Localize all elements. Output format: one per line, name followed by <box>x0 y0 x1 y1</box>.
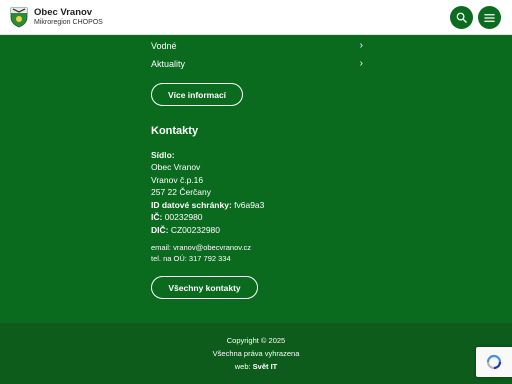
site-footer: Copyright © 2025 Všechna práva vyhrazena… <box>0 323 512 384</box>
contact-city: 257 22 Čerčany <box>151 187 212 197</box>
hamburger-menu-icon <box>484 13 495 22</box>
nav-item-label: Vodné <box>151 41 177 51</box>
search-button[interactable] <box>450 6 473 29</box>
contact-email[interactable]: email: vranov@obecvranov.cz <box>151 243 251 252</box>
nav-item-aktuality[interactable]: Aktuality › <box>151 56 363 72</box>
web-credit: web: Svět IT <box>234 362 278 371</box>
contact-name: Obec Vranov <box>151 162 201 172</box>
databox-label: ID datové schránky: <box>151 199 232 210</box>
dic-line: DIČ: CZ00232980 <box>151 224 220 237</box>
village-coat-of-arms-icon[interactable] <box>9 6 29 28</box>
chevron-right-icon: › <box>359 58 363 69</box>
ic-line: IČ: 00232980 <box>151 211 203 224</box>
nav-item-vodne[interactable]: Vodné › <box>151 38 363 54</box>
menu-button[interactable] <box>478 6 501 29</box>
ic-label: IČ: <box>151 212 163 222</box>
copyright-text: Copyright © 2025 <box>226 336 286 345</box>
chevron-right-icon: › <box>359 40 363 51</box>
contact-street: Vranov č.p.16 <box>151 174 204 185</box>
contacts-title: Kontakty <box>151 125 199 137</box>
site-subtitle: Mikroregion CHOPOS <box>34 19 103 26</box>
search-icon <box>456 12 467 23</box>
seat-label: Sídlo: <box>151 150 175 160</box>
web-credit-link[interactable]: Svět IT <box>253 362 278 371</box>
main-content: Vodné › Aktuality › Více informací Konta… <box>0 35 512 323</box>
recaptcha-icon <box>486 354 502 370</box>
site-header: Obec Vranov Mikroregion CHOPOS <box>0 0 512 35</box>
more-info-button[interactable]: Více informací <box>151 83 243 106</box>
all-contacts-button[interactable]: Všechny kontakty <box>151 276 258 299</box>
rights-text: Všechna práva vyhrazena <box>212 349 300 358</box>
dic-label: DIČ: <box>151 224 169 235</box>
contact-phone[interactable]: tel. na OÚ: 317 792 334 <box>151 254 231 263</box>
site-title[interactable]: Obec Vranov <box>34 7 92 18</box>
nav-item-label: Aktuality <box>151 59 186 69</box>
recaptcha-badge[interactable] <box>476 347 512 377</box>
databox-value: fv6a9a3 <box>231 199 265 210</box>
dic-value: CZ00232980 <box>168 224 220 235</box>
ic-value: 00232980 <box>162 212 203 222</box>
databox-line: ID datové schránky: fv6a9a3 <box>151 199 264 212</box>
